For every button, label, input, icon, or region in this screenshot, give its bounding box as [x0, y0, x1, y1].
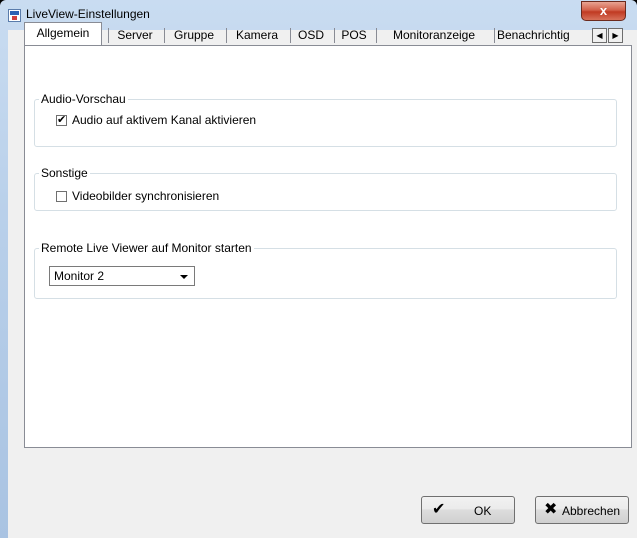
tab-divider [108, 28, 109, 43]
tab-label: Kamera [235, 28, 279, 42]
tab-label: OSD [297, 28, 324, 42]
audio-active-channel-label[interactable]: Audio auf aktivem Kanal aktivieren [72, 113, 256, 127]
tab-label: Monitoranzeige [392, 28, 476, 42]
tab-divider [226, 28, 227, 43]
cancel-button[interactable]: ✖ Abbrechen [535, 496, 629, 524]
tab-divider [164, 28, 165, 43]
tab-label: Benachrichtig [497, 28, 570, 42]
window-title: LiveView-Einstellungen [26, 7, 150, 21]
tab-label: Server [117, 28, 153, 42]
dialog-window: LiveView-Einstellungen x Allgemein Serve… [0, 0, 637, 538]
tab-monitoranzeige[interactable]: Monitoranzeige [379, 26, 489, 45]
sync-video-frames-label[interactable]: Videobilder synchronisieren [72, 189, 219, 203]
audio-active-channel-checkbox[interactable]: ✔ [56, 115, 67, 126]
tab-osd[interactable]: OSD [293, 26, 329, 45]
app-icon [8, 9, 21, 22]
tab-kamera[interactable]: Kamera [229, 26, 285, 45]
tab-allgemein[interactable]: Allgemein [24, 22, 102, 45]
tab-scroll-left-button[interactable]: ◀ [592, 28, 607, 43]
tab-label: Allgemein [36, 26, 90, 40]
tab-divider [494, 28, 495, 43]
tab-divider [376, 28, 377, 43]
sync-video-frames-checkbox[interactable] [56, 191, 67, 202]
tab-benachrichtigung[interactable]: Benachrichtig [497, 26, 591, 45]
tab-label: Gruppe [173, 28, 215, 42]
tab-label: POS [341, 28, 367, 42]
tab-gruppe[interactable]: Gruppe [167, 26, 221, 45]
arrow-right-icon: ▶ [612, 31, 619, 40]
tab-strip: Allgemein Server Gruppe Kamera OSD POS M… [24, 22, 624, 45]
cancel-button-label: Abbrechen [562, 504, 621, 518]
monitor-select[interactable]: Monitor 2 [49, 266, 195, 286]
close-icon: x [599, 3, 608, 18]
close-button[interactable]: x [581, 1, 626, 21]
group-title: Audio-Vorschau [41, 92, 126, 106]
tab-scroll-right-button[interactable]: ▶ [608, 28, 623, 43]
ok-button-label: OK [474, 504, 492, 518]
monitor-select-value: Monitor 2 [54, 269, 105, 283]
tab-divider [334, 28, 335, 43]
tab-divider [290, 28, 291, 43]
checkmark-icon: ✔ [432, 501, 446, 518]
tab-panel-allgemein: Audio-Vorschau ✔ Audio auf aktivem Kanal… [24, 45, 632, 448]
chevron-down-icon [180, 275, 188, 279]
group-title: Remote Live Viewer auf Monitor starten [41, 241, 252, 255]
tab-server[interactable]: Server [111, 26, 159, 45]
arrow-left-icon: ◀ [596, 31, 603, 40]
checkmark-icon: ✔ [57, 114, 67, 126]
ok-button[interactable]: ✔ OK [421, 496, 515, 524]
group-title: Sonstige [41, 166, 88, 180]
tab-pos[interactable]: POS [337, 26, 371, 45]
x-icon: ✖ [544, 501, 558, 518]
